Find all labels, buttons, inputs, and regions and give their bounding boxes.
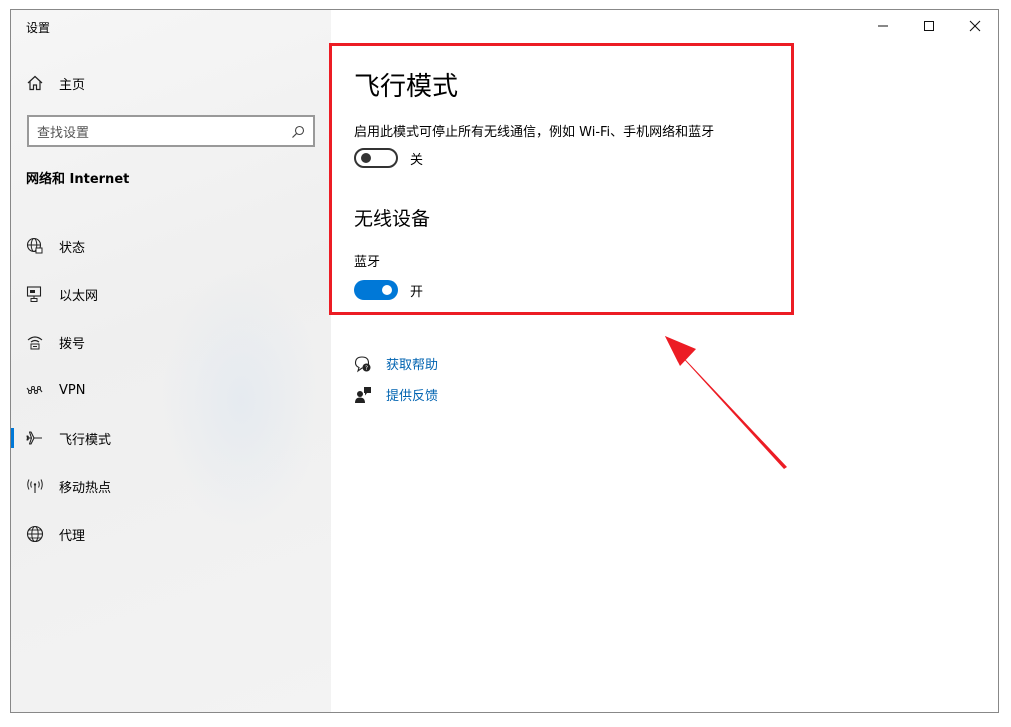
dialup-icon [26,333,44,351]
sidebar-item-status[interactable]: 状态 [11,222,331,270]
help-chat-icon: ? [354,355,372,373]
sidebar-item-home-label: 主页 [59,77,86,93]
sidebar-item-ethernet[interactable]: 以太网 [11,270,331,318]
airplane-icon [26,429,44,447]
give-feedback-label: 提供反馈 [386,389,439,404]
vpn-icon [26,381,44,399]
airplane-description: 启用此模式可停止所有无线通信，例如 Wi-Fi、手机网络和蓝牙 [354,125,715,140]
sidebar-item-home[interactable]: 主页 [26,72,85,94]
feedback-person-icon [354,386,372,404]
section-title: 网络和 Internet [26,172,130,187]
sidebar-item-hotspot[interactable]: 移动热点 [11,462,331,510]
sidebar-nav: 状态 以太网 拨号 VPN 飞行模式 移动热点 代理 [11,222,331,558]
bluetooth-toggle[interactable] [354,280,398,300]
search-icon[interactable] [291,124,305,138]
sidebar-item-label: 状态 [59,240,86,256]
sidebar-item-label: 以太网 [59,288,99,304]
status-globe-icon [26,237,44,255]
sidebar-item-label: 飞行模式 [59,432,112,448]
svg-text:?: ? [365,364,368,371]
sidebar-item-proxy[interactable]: 代理 [11,510,331,558]
sidebar-item-label: VPN [59,382,86,398]
toggle-knob [361,153,371,163]
search-box[interactable]: 查找设置 [27,115,315,147]
sidebar-item-dialup[interactable]: 拨号 [11,318,331,366]
sidebar-item-label: 拨号 [59,336,86,352]
give-feedback-link[interactable]: 提供反馈 [354,385,438,404]
airplane-mode-toggle[interactable] [354,148,398,168]
app-title: 设置 [26,21,51,35]
toggle-knob [382,285,392,295]
ethernet-icon [26,285,44,303]
airplane-toggle-state: 关 [410,152,424,168]
bluetooth-toggle-state: 开 [410,284,424,300]
wireless-devices-title: 无线设备 [354,208,431,230]
get-help-link[interactable]: ? 获取帮助 [354,354,438,373]
bluetooth-label: 蓝牙 [354,255,381,270]
get-help-label: 获取帮助 [386,358,439,373]
sidebar-item-airplane-mode[interactable]: 飞行模式 [11,414,331,462]
sidebar: 设置 主页 查找设置 网络和 Internet 状态 以太网 拨号 VPN 飞行… [11,10,331,712]
sidebar-item-label: 移动热点 [59,480,112,496]
sidebar-item-vpn[interactable]: VPN [11,366,331,414]
main-content: 飞行模式 启用此模式可停止所有无线通信，例如 Wi-Fi、手机网络和蓝牙 关 无… [331,10,998,712]
settings-window: 设置 主页 查找设置 网络和 Internet 状态 以太网 拨号 VPN 飞行… [10,9,999,713]
proxy-globe-icon [26,525,44,543]
search-input[interactable]: 查找设置 [37,122,291,141]
hotspot-icon [26,477,44,495]
airplane-toggle-row: 关 [354,148,423,168]
bluetooth-toggle-row: 开 [354,280,423,300]
home-icon [26,74,44,92]
sidebar-item-label: 代理 [59,528,86,544]
page-title: 飞行模式 [354,72,459,102]
